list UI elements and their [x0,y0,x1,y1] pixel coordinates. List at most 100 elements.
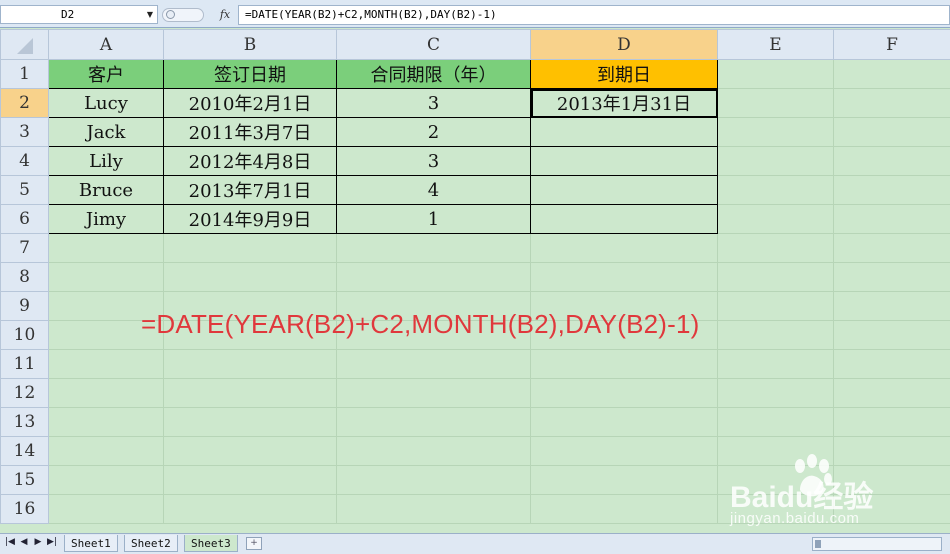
empty-cell[interactable] [163,465,337,495]
cell-e2[interactable] [717,88,834,118]
tab-sheet3[interactable]: Sheet3 [184,535,238,552]
customer-cell[interactable]: Lucy [48,88,164,118]
empty-cell[interactable] [717,291,834,321]
header-expiry-date[interactable]: 到期日 [530,59,718,89]
empty-cell[interactable] [48,407,164,437]
row-header-13[interactable]: 13 [0,407,49,437]
last-sheet-icon[interactable]: ▶| [46,537,58,547]
name-box-dropdown-icon[interactable]: ▼ [143,5,157,24]
empty-cell[interactable] [833,233,950,263]
empty-cell[interactable] [48,465,164,495]
empty-cell[interactable] [717,233,834,263]
select-all-corner[interactable] [0,29,49,60]
cell-e1[interactable] [717,59,834,89]
term-cell[interactable]: 1 [336,204,531,234]
empty-cell[interactable] [336,494,531,524]
empty-cell[interactable] [530,349,718,379]
header-customer[interactable]: 客户 [48,59,164,89]
empty-cell[interactable] [717,349,834,379]
empty-cell[interactable] [833,349,950,379]
expiry-date-cell[interactable] [530,175,718,205]
first-sheet-icon[interactable]: |◀ [4,537,16,547]
empty-cell[interactable] [530,233,718,263]
row-header-9[interactable]: 9 [0,291,49,321]
sign-date-cell[interactable]: 2013年7月1日 [163,175,337,205]
empty-cell[interactable] [163,349,337,379]
empty-cell[interactable] [530,494,718,524]
name-box[interactable]: D2 [0,5,158,24]
empty-cell[interactable] [530,378,718,408]
column-header-d[interactable]: D [530,29,718,60]
formula-input[interactable]: =DATE(YEAR(B2)+C2,MONTH(B2),DAY(B2)-1) [238,5,950,25]
row-header-12[interactable]: 12 [0,378,49,408]
column-header-b[interactable]: B [163,29,337,60]
customer-cell[interactable]: Bruce [48,175,164,205]
sign-date-cell[interactable]: 2010年2月1日 [163,88,337,118]
insert-sheet-icon[interactable]: + [246,537,262,550]
empty-cell[interactable] [530,465,718,495]
empty-cell[interactable] [163,233,337,263]
expiry-date-cell[interactable] [530,146,718,176]
row-header-10[interactable]: 10 [0,320,49,350]
customer-cell[interactable]: Jimy [48,204,164,234]
sign-date-cell[interactable]: 2014年9月9日 [163,204,337,234]
empty-cell[interactable] [163,436,337,466]
empty-cell[interactable] [717,320,834,350]
empty-cell[interactable] [48,349,164,379]
row-header-15[interactable]: 15 [0,465,49,495]
empty-cell[interactable] [833,436,950,466]
sign-date-cell[interactable]: 2012年4月8日 [163,146,337,176]
term-cell[interactable]: 4 [336,175,531,205]
empty-cell[interactable] [163,407,337,437]
cell-f3[interactable] [833,117,950,147]
cell-f6[interactable] [833,204,950,234]
next-sheet-icon[interactable]: ▶ [32,537,44,547]
column-header-e[interactable]: E [717,29,834,60]
empty-cell[interactable] [833,320,950,350]
expiry-date-cell[interactable] [530,204,718,234]
customer-cell[interactable]: Jack [48,117,164,147]
cell-e3[interactable] [717,117,834,147]
empty-cell[interactable] [833,262,950,292]
expiry-date-cell[interactable] [530,117,718,147]
empty-cell[interactable] [530,436,718,466]
prev-sheet-icon[interactable]: ◀ [18,537,30,547]
column-header-a[interactable]: A [48,29,164,60]
empty-cell[interactable] [48,233,164,263]
empty-cell[interactable] [336,407,531,437]
cell-e5[interactable] [717,175,834,205]
empty-cell[interactable] [336,378,531,408]
empty-cell[interactable] [717,407,834,437]
term-cell[interactable]: 3 [336,146,531,176]
empty-cell[interactable] [163,494,337,524]
empty-cell[interactable] [336,465,531,495]
row-header-14[interactable]: 14 [0,436,49,466]
cell-e4[interactable] [717,146,834,176]
empty-cell[interactable] [530,407,718,437]
empty-cell[interactable] [48,436,164,466]
row-header-4[interactable]: 4 [0,146,49,176]
row-header-3[interactable]: 3 [0,117,49,147]
term-cell[interactable]: 3 [336,88,531,118]
empty-cell[interactable] [833,407,950,437]
row-header-6[interactable]: 6 [0,204,49,234]
empty-cell[interactable] [717,262,834,292]
tab-sheet2[interactable]: Sheet2 [124,535,178,552]
empty-cell[interactable] [336,262,531,292]
header-sign-date[interactable]: 签订日期 [163,59,337,89]
cell-f1[interactable] [833,59,950,89]
empty-cell[interactable] [336,349,531,379]
row-header-2[interactable]: 2 [0,88,49,118]
empty-cell[interactable] [48,494,164,524]
column-header-f[interactable]: F [833,29,950,60]
empty-cell[interactable] [48,378,164,408]
row-header-16[interactable]: 16 [0,494,49,524]
empty-cell[interactable] [336,233,531,263]
cell-e6[interactable] [717,204,834,234]
empty-cell[interactable] [48,262,164,292]
tab-sheet1[interactable]: Sheet1 [64,535,118,552]
row-header-5[interactable]: 5 [0,175,49,205]
cell-f4[interactable] [833,146,950,176]
column-header-c[interactable]: C [336,29,531,60]
expiry-date-cell-selected[interactable]: 2013年1月31日 [530,88,718,118]
